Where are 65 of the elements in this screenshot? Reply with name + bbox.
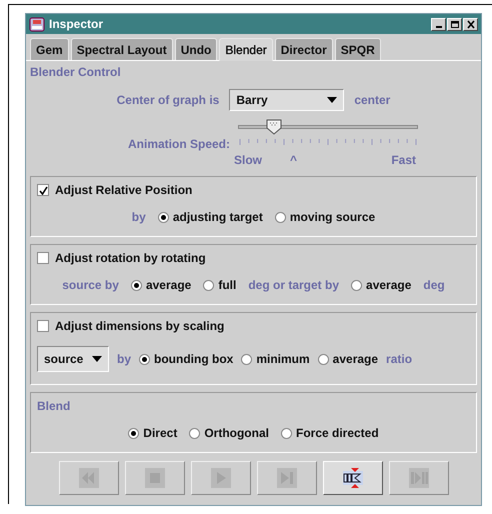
field-label: Center of graph is [116, 93, 220, 107]
checkbox[interactable] [37, 252, 49, 264]
radio-button[interactable] [130, 280, 142, 290]
checkbox[interactable] [37, 320, 49, 332]
radio-label: adjusting target [172, 210, 263, 224]
section-title: Blend [37, 399, 72, 413]
slider-min-label: Slow [234, 153, 262, 167]
radio-button[interactable] [189, 428, 200, 438]
radio-label: bounding box [154, 352, 234, 366]
close-icon [466, 20, 476, 28]
radio-button[interactable] [139, 354, 150, 364]
source-dropdown[interactable]: source [37, 346, 109, 372]
checkbox[interactable] [37, 184, 49, 196]
tab[interactable]: Undo [174, 38, 218, 60]
app-icon [29, 16, 45, 32]
tab[interactable]: Spectral Layout [70, 38, 173, 60]
window-title: Inspector [49, 17, 104, 31]
tab[interactable]: Blender [219, 38, 273, 61]
radio-label: Orthogonal [204, 426, 269, 440]
radio-button[interactable] [128, 428, 140, 438]
center-dropdown[interactable]: Barry [229, 89, 344, 111]
section-title: Blender Control [30, 65, 122, 79]
field-label: center [354, 93, 390, 107]
radio-button[interactable] [158, 212, 169, 222]
option-label: deg or target by [248, 278, 340, 292]
slider-marker: ^ [290, 153, 298, 167]
minimize-icon [436, 26, 442, 28]
checkbox-label: Adjust dimensions by scaling [55, 319, 224, 333]
radio-button[interactable] [274, 212, 286, 222]
radio-button[interactable] [351, 280, 362, 290]
tab[interactable]: SPQR [334, 38, 381, 60]
radio-button[interactable] [318, 354, 329, 364]
radio-label: Direct [143, 426, 178, 440]
radio-label: minimum [256, 352, 310, 366]
slider-thumb[interactable] [266, 119, 282, 135]
radio-label: average [366, 278, 412, 292]
speed-slider[interactable] [238, 119, 418, 135]
tab[interactable]: Director [274, 38, 333, 60]
stop-icon [144, 468, 164, 488]
radio-button[interactable] [280, 428, 292, 438]
step-end-icon [408, 468, 428, 488]
slider-label: Animation Speed: [128, 137, 230, 151]
radio-label: full [218, 278, 236, 292]
radio-label: Force directed [296, 426, 379, 440]
option-label: source by [62, 278, 119, 292]
checkbox-label: Adjust Relative Position [55, 183, 192, 197]
minimize-button[interactable] [431, 18, 446, 30]
radio-label: average [146, 278, 192, 292]
close-button[interactable] [463, 18, 478, 30]
radio-label: average [332, 352, 378, 366]
option-label: ratio [386, 352, 412, 366]
radio-label: moving source [290, 210, 376, 224]
option-label: by [117, 352, 132, 366]
step-icon [276, 468, 296, 488]
tab[interactable]: Gem [30, 38, 69, 60]
maximize-icon [450, 20, 460, 28]
radio-button[interactable] [203, 280, 214, 290]
radio-button[interactable] [241, 354, 252, 364]
play-icon [210, 468, 230, 488]
maximize-button[interactable] [447, 18, 462, 30]
rewind-icon [78, 468, 98, 488]
slider-max-label: Fast [391, 153, 416, 167]
checkbox-label: Adjust rotation by rotating [55, 251, 206, 265]
option-label: deg [423, 278, 445, 292]
option-label: by [132, 210, 146, 224]
